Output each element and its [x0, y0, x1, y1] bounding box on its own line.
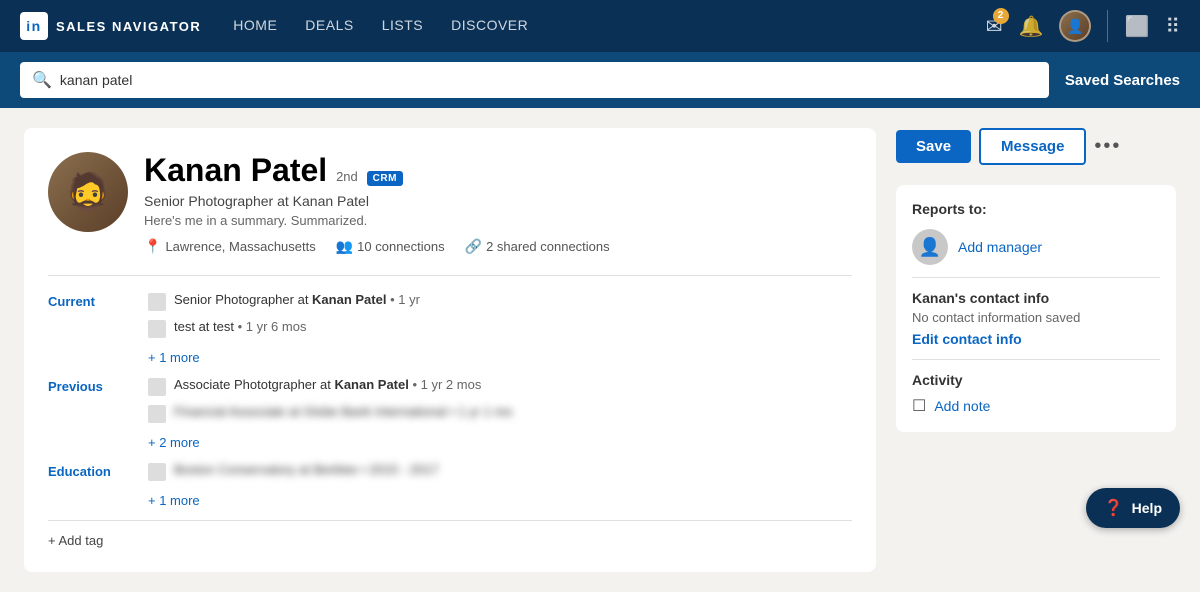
company-icon-1 [148, 293, 166, 311]
prev-company-name-1: Kanan Patel [334, 377, 408, 392]
experience-grid: Current Senior Photographer at Kanan Pat… [48, 292, 852, 508]
apps-button[interactable]: ⠿ [1165, 14, 1180, 39]
education-item-1: Boston Conservatory at Berklee • 2015 - … [148, 462, 852, 481]
previous-job-2-blurred: Financial Associate at Globe Bank Intern… [174, 404, 512, 419]
profile-section: 🧔 Kanan Patel 2nd CRM Senior Photographe… [24, 128, 876, 572]
right-divider-2 [912, 359, 1160, 360]
main-content: 🧔 Kanan Patel 2nd CRM Senior Photographe… [0, 108, 1200, 592]
saved-searches-button[interactable]: Saved Searches [1065, 72, 1180, 89]
nav-deals[interactable]: DEALS [305, 17, 353, 33]
job-title-2: test at test [174, 319, 234, 334]
location-icon: 📍 [144, 238, 161, 255]
add-tag-row[interactable]: + Add tag [48, 533, 852, 548]
edit-contact-link[interactable]: Edit contact info [912, 331, 1160, 347]
education-more-link[interactable]: + 1 more [148, 493, 852, 508]
profile-avatar: 🧔 [48, 152, 128, 232]
app-name: SALES NAVIGATOR [56, 19, 201, 34]
crm-badge: CRM [367, 171, 403, 186]
current-job-1: Senior Photographer at Kanan Patel • 1 y… [148, 292, 852, 311]
notification-badge: 2 [993, 8, 1009, 24]
previous-more-link[interactable]: + 2 more [148, 435, 852, 450]
search-input[interactable] [60, 72, 967, 88]
messages-button[interactable]: ✉ 2 [986, 14, 1003, 39]
profile-name-heading: Kanan Patel 2nd CRM [144, 152, 610, 189]
nav-lists[interactable]: LISTS [382, 17, 423, 33]
linkedin-icon: in [20, 12, 48, 40]
company-name-1: Kanan Patel [312, 292, 386, 307]
notifications-button[interactable]: 🔔 [1019, 14, 1044, 39]
education-items: Boston Conservatory at Berklee • 2015 - … [148, 462, 852, 508]
reports-to-card: Reports to: 👤 Add manager Kanan's contac… [896, 185, 1176, 432]
user-avatar[interactable]: 👤 [1059, 10, 1091, 42]
add-manager-row[interactable]: 👤 Add manager [912, 229, 1160, 265]
prev-job-duration-1: • 1 yr 2 mos [412, 377, 481, 392]
save-button[interactable]: Save [896, 130, 971, 163]
add-note-label: Add note [934, 398, 990, 414]
action-row: Save Message ••• [896, 128, 1176, 165]
edu-icon-1 [148, 463, 166, 481]
profile-title: Senior Photographer at Kanan Patel [144, 193, 610, 209]
previous-jobs: Associate Phototgrapher at Kanan Patel •… [148, 377, 852, 450]
contact-info-title: Kanan's contact info [912, 290, 1160, 306]
current-jobs: Senior Photographer at Kanan Patel • 1 y… [148, 292, 852, 365]
help-label: Help [1132, 500, 1162, 516]
profile-info: Kanan Patel 2nd CRM Senior Photographer … [144, 152, 610, 255]
top-navigation: in SALES NAVIGATOR HOME DEALS LISTS DISC… [0, 0, 1200, 52]
nav-discover[interactable]: DISCOVER [451, 17, 528, 33]
search-bar-row: 🔍 Advanced Saved Searches [0, 52, 1200, 108]
more-options-button[interactable]: ••• [1094, 135, 1121, 158]
location-meta: 📍 Lawrence, Massachusetts [144, 238, 316, 255]
current-job-2: test at test • 1 yr 6 mos [148, 319, 852, 338]
avatar-image: 🧔 [48, 152, 128, 232]
nav-links: HOME DEALS LISTS DISCOVER [233, 17, 528, 35]
message-button[interactable]: Message [979, 128, 1086, 165]
previous-job-2: Financial Associate at Globe Bank Intern… [148, 404, 852, 423]
degree-badge: 2nd [336, 169, 358, 184]
profile-summary: Here's me in a summary. Summarized. [144, 213, 610, 228]
advanced-search-link[interactable]: Advanced [975, 72, 1037, 88]
profile-name: Kanan Patel [144, 152, 327, 188]
job-duration-1: • 1 yr [390, 292, 420, 307]
note-icon: ☐ [912, 396, 926, 416]
current-label: Current [48, 292, 148, 365]
divider-2 [48, 520, 852, 521]
prev-company-icon-1 [148, 378, 166, 396]
company-icon-2 [148, 320, 166, 338]
search-input-wrap: 🔍 Advanced [20, 62, 1049, 98]
shared-connections-icon: 🔗 [465, 238, 482, 255]
reports-to-title: Reports to: [912, 201, 1160, 217]
shared-connections-meta: 🔗 2 shared connections [465, 238, 610, 255]
brand-logo[interactable]: in SALES NAVIGATOR [20, 12, 201, 40]
current-more-link[interactable]: + 1 more [148, 350, 852, 365]
right-divider-1 [912, 277, 1160, 278]
activity-title: Activity [912, 372, 1160, 388]
connections-icon: 👥 [336, 238, 353, 255]
nav-home[interactable]: HOME [233, 17, 277, 33]
help-circle-icon: ❓ [1104, 498, 1124, 518]
education-label: Education [48, 462, 148, 508]
connections-meta: 👥 10 connections [336, 238, 445, 255]
previous-job-1: Associate Phototgrapher at Kanan Patel •… [148, 377, 852, 396]
help-nav-button[interactable]: ⬜ [1124, 14, 1149, 39]
add-tag-label: + Add tag [48, 533, 103, 548]
help-button[interactable]: ❓ Help [1086, 488, 1180, 528]
previous-label: Previous [48, 377, 148, 450]
prev-company-icon-2 [148, 405, 166, 423]
search-icon: 🔍 [32, 70, 52, 90]
person-icon: 👤 [919, 237, 941, 258]
divider-1 [48, 275, 852, 276]
job-duration-2: • 1 yr 6 mos [238, 319, 307, 334]
profile-header: 🧔 Kanan Patel 2nd CRM Senior Photographe… [48, 152, 852, 255]
profile-meta: 📍 Lawrence, Massachusetts 👥 10 connectio… [144, 238, 610, 255]
education-blurred: Boston Conservatory at Berklee • 2015 - … [174, 462, 439, 477]
add-note-row[interactable]: ☐ Add note [912, 396, 1160, 416]
nav-divider [1107, 10, 1108, 42]
add-manager-label: Add manager [958, 239, 1042, 255]
manager-avatar-placeholder: 👤 [912, 229, 948, 265]
nav-right-actions: ✉ 2 🔔 👤 ⬜ ⠿ [986, 10, 1180, 42]
no-contact-text: No contact information saved [912, 310, 1160, 325]
